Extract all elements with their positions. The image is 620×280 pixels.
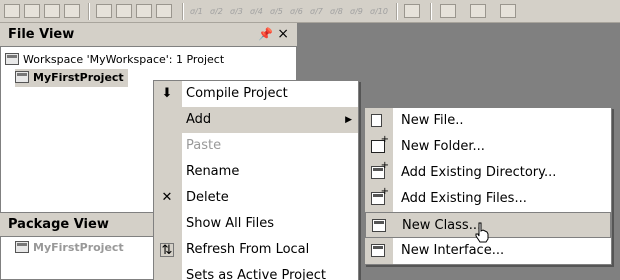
bookmark-10[interactable]: σ/10: [370, 3, 388, 20]
toolbar-button-6[interactable]: [116, 4, 132, 18]
compile-icon: ⬇: [161, 86, 173, 101]
submenu-item-label: New File..: [401, 113, 464, 128]
menu-item-label: Paste: [186, 138, 222, 153]
menu-item-delete[interactable]: ✕ Delete: [154, 185, 358, 211]
submenu-item-add-existing-files[interactable]: Add Existing Files...: [365, 185, 611, 212]
new-interface-icon: [371, 244, 385, 258]
menu-item-add[interactable]: Add ▶: [154, 107, 358, 133]
menu-item-paste[interactable]: Paste: [154, 133, 358, 159]
submenu-arrow-icon: ▶: [345, 115, 352, 125]
add-files-icon: [371, 185, 389, 206]
menu-item-label: Sets as Active Project: [186, 268, 326, 280]
menu-item-refresh-from-local[interactable]: ⇅ Refresh From Local: [154, 237, 358, 263]
submenu-item-new-folder[interactable]: New Folder...: [365, 133, 611, 160]
new-class-icon: [372, 219, 386, 233]
tree-item-workspace[interactable]: Workspace 'MyWorkspace': 1 Project: [5, 51, 224, 69]
toolbar-button-11[interactable]: [470, 4, 486, 18]
new-file-icon: [371, 114, 385, 128]
toolbar-button-8[interactable]: [156, 4, 172, 18]
toolbar-button-4[interactable]: [64, 4, 80, 18]
delete-icon: ✕: [161, 190, 173, 205]
close-icon[interactable]: ×: [277, 23, 289, 46]
toolbar-button-9[interactable]: [404, 4, 420, 18]
new-folder-icon: [371, 133, 389, 154]
menu-item-label: Rename: [186, 164, 240, 179]
toolbar-separator: [396, 3, 398, 20]
menu-item-label: Add: [186, 112, 212, 127]
bookmark-6[interactable]: σ/6: [290, 3, 303, 20]
toolbar-button-5[interactable]: [96, 4, 112, 18]
toolbar: σ/1 σ/2 σ/3 σ/4 σ/5 σ/6 σ/7 σ/8 σ/9 σ/10: [0, 0, 620, 23]
submenu-item-label: New Class...: [402, 218, 482, 233]
bookmark-2[interactable]: σ/2: [210, 3, 223, 20]
package-tree-item-project[interactable]: MyFirstProject: [15, 239, 124, 257]
toolbar-button-2[interactable]: [24, 4, 40, 18]
file-view-title: File View: [8, 27, 75, 42]
toolbar-button-1[interactable]: [4, 4, 20, 18]
add-directory-icon: [371, 159, 389, 180]
bookmark-1[interactable]: σ/1: [190, 3, 203, 20]
bookmark-5[interactable]: σ/5: [270, 3, 283, 20]
toolbar-separator: [88, 3, 90, 20]
toolbar-separator: [430, 3, 432, 20]
toolbar-button-7[interactable]: [136, 4, 152, 18]
package-project-label: MyFirstProject: [33, 241, 124, 254]
hand-cursor-icon: [475, 222, 489, 243]
toolbar-separator: [182, 3, 184, 20]
bookmark-4[interactable]: σ/4: [250, 3, 263, 20]
tree-item-project[interactable]: MyFirstProject: [15, 69, 128, 87]
toolbar-button-12[interactable]: [500, 4, 516, 18]
context-menu: ⬇ Compile Project Add ▶ Paste Rename ✕ D…: [153, 80, 359, 280]
menu-item-label: Refresh From Local: [186, 242, 310, 257]
menu-item-set-active-project[interactable]: Sets as Active Project: [154, 263, 358, 280]
menu-item-rename[interactable]: Rename: [154, 159, 358, 185]
submenu-item-new-file[interactable]: New File..: [365, 108, 611, 134]
submenu-item-label: New Folder...: [401, 139, 485, 154]
menu-item-compile-project[interactable]: ⬇ Compile Project: [154, 81, 358, 107]
submenu-item-label: Add Existing Files...: [401, 191, 527, 206]
workspace-icon: [5, 53, 19, 65]
toolbar-button-3[interactable]: [44, 4, 60, 18]
menu-item-label: Delete: [186, 190, 229, 205]
menu-item-show-all-files[interactable]: Show All Files: [154, 211, 358, 237]
workspace-label: Workspace 'MyWorkspace': 1 Project: [23, 53, 225, 66]
submenu-item-label: Add Existing Directory...: [401, 165, 557, 180]
bookmark-7[interactable]: σ/7: [310, 3, 323, 20]
toolbar-button-10[interactable]: [440, 4, 456, 18]
menu-item-label: Compile Project: [186, 86, 288, 101]
bookmark-8[interactable]: σ/8: [330, 3, 343, 20]
refresh-icon: ⇅: [160, 243, 174, 258]
pin-icon[interactable]: 📌: [258, 23, 273, 46]
file-view-header: File View 📌 ×: [0, 23, 297, 46]
project-icon: [15, 71, 29, 83]
submenu-item-add-existing-directory[interactable]: Add Existing Directory...: [365, 159, 611, 186]
bookmark-3[interactable]: σ/3: [230, 3, 243, 20]
package-view-title: Package View: [8, 217, 109, 232]
project-label: MyFirstProject: [33, 71, 124, 84]
project-icon: [15, 241, 29, 253]
menu-item-label: Show All Files: [186, 216, 274, 231]
bookmark-9[interactable]: σ/9: [350, 3, 363, 20]
